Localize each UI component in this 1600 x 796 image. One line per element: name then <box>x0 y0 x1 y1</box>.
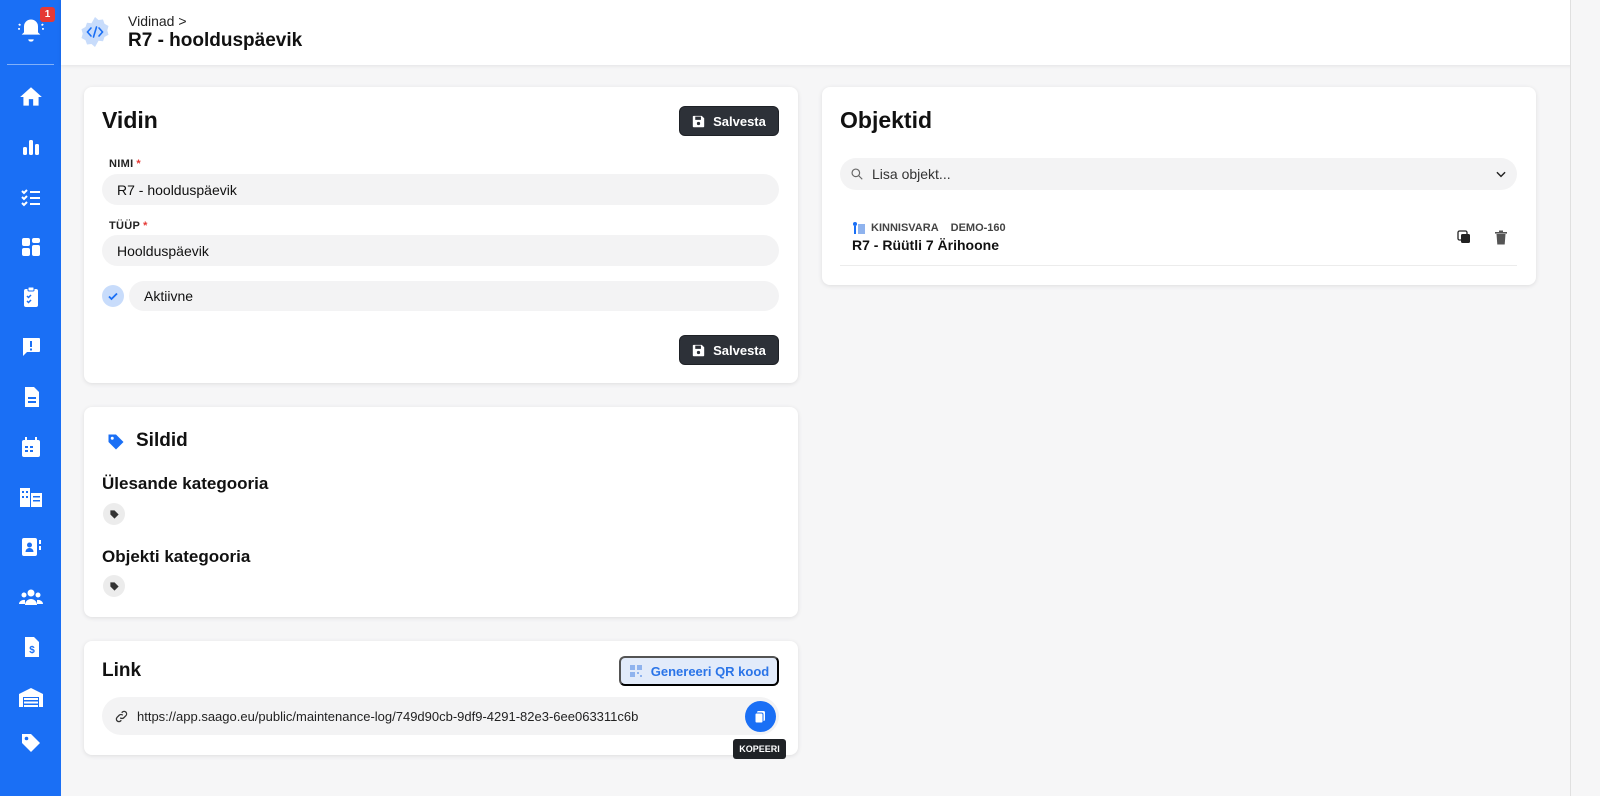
property-icon <box>853 222 865 234</box>
object-item-meta: KINNISVARA DEMO-160 <box>851 221 1006 235</box>
copy-tooltip: KOPEERI <box>733 739 786 759</box>
sidebar-item-tags[interactable] <box>0 728 61 758</box>
sidebar-item-tasks[interactable] <box>0 182 61 212</box>
name-field[interactable]: R7 - hoolduspäevik <box>102 174 779 205</box>
tag-icon <box>106 432 126 457</box>
link-card-title: Link <box>102 660 142 681</box>
widget-card: Vidin Salvesta NIMI * R7 - hoolduspäevik … <box>84 87 798 383</box>
sidebar-item-calendar[interactable] <box>0 432 61 462</box>
tag-icon <box>21 734 40 752</box>
bar-chart-icon <box>22 140 39 155</box>
add-object-placeholder: Lisa objekt... <box>872 166 951 182</box>
widgets-icon <box>21 238 40 256</box>
tags-card-title: Sildid <box>136 430 188 451</box>
people-icon <box>18 589 43 605</box>
save-icon <box>692 115 705 127</box>
add-task-category-tag[interactable] <box>103 503 125 525</box>
save-button-top[interactable]: Salvesta <box>679 106 779 136</box>
save-icon <box>692 344 705 356</box>
add-object-category-tag[interactable] <box>103 575 125 597</box>
public-url-text: https://app.saago.eu/public/maintenance-… <box>137 708 639 724</box>
invoice-icon: $ <box>24 637 39 657</box>
tags-card: Sildid Ülesande kategooria Objekti kateg… <box>84 407 798 617</box>
type-select[interactable]: Hoolduspäevik <box>102 235 779 266</box>
required-mark: * <box>136 158 142 170</box>
checklist-icon <box>20 189 40 207</box>
contact-card-icon <box>21 538 41 556</box>
objects-card: Objektid Lisa objekt... KINNISVARA DEMO-… <box>822 87 1536 285</box>
checkmark-icon <box>108 292 118 301</box>
sidebar-item-checklists[interactable] <box>0 282 61 312</box>
active-label-box[interactable]: Aktiivne <box>129 281 779 311</box>
sidebar: 1 $ <box>0 0 61 796</box>
save-button-label: Salvesta <box>713 113 766 129</box>
type-select-value: Hoolduspäevik <box>117 242 209 259</box>
sidebar-item-users[interactable] <box>0 582 61 612</box>
save-button-label: Salvesta <box>713 342 766 358</box>
sidebar-item-home[interactable] <box>0 82 61 112</box>
document-icon <box>24 387 39 407</box>
object-item-type: KINNISVARA <box>871 222 939 234</box>
generate-qr-label: Genereeri QR kood <box>650 663 770 679</box>
object-item-code: DEMO-160 <box>950 222 1006 234</box>
sidebar-item-documents[interactable] <box>0 382 61 412</box>
public-url-field[interactable]: https://app.saago.eu/public/maintenance-… <box>102 697 779 735</box>
trash-icon[interactable] <box>1492 228 1510 246</box>
object-category-title: Objekti kategooria <box>102 547 251 566</box>
required-mark: * <box>143 220 148 232</box>
duplicate-icon[interactable] <box>1455 228 1473 246</box>
copy-icon <box>754 710 765 723</box>
sidebar-item-properties[interactable] <box>0 482 61 512</box>
save-button-bottom[interactable]: Salvesta <box>679 335 779 365</box>
sidebar-divider <box>7 64 54 65</box>
sidebar-item-warehouse[interactable] <box>0 682 61 712</box>
name-field-value: R7 - hoolduspäevik <box>117 181 237 198</box>
notification-count-badge: 1 <box>40 7 55 22</box>
page-header: Vidinad > R7 - hoolduspäevik <box>61 0 1600 65</box>
active-checkbox[interactable] <box>102 285 124 307</box>
object-item-name[interactable]: R7 - Rüütli 7 Ärihoone <box>852 237 999 253</box>
feedback-icon <box>22 338 40 356</box>
copy-url-button[interactable] <box>745 701 776 732</box>
widget-code-icon <box>78 15 112 49</box>
home-icon <box>19 87 42 106</box>
buildings-icon <box>19 488 42 507</box>
sidebar-item-invoices[interactable]: $ <box>0 632 61 662</box>
calendar-icon <box>21 437 40 457</box>
widget-card-title: Vidin <box>102 107 158 133</box>
svg-text:$: $ <box>29 645 35 656</box>
link-icon <box>115 710 128 722</box>
add-object-search[interactable]: Lisa objekt... <box>840 158 1517 190</box>
sidebar-item-reports[interactable] <box>0 132 61 162</box>
task-category-title: Ülesande kategooria <box>102 474 269 493</box>
page-scrollbar[interactable] <box>1570 0 1600 796</box>
name-label: NIMI * <box>109 158 142 170</box>
search-icon <box>851 168 863 180</box>
warehouse-icon <box>18 688 43 707</box>
chevron-down-icon[interactable] <box>1494 167 1508 186</box>
sidebar-item-widgets[interactable] <box>0 232 61 262</box>
sidebar-notifications[interactable]: 1 <box>0 0 61 65</box>
page-title: R7 - hoolduspäevik <box>128 30 303 51</box>
breadcrumb[interactable]: Vidinad > <box>128 13 187 29</box>
type-label: TÜÜP * <box>109 220 148 232</box>
tag-icon <box>109 509 119 519</box>
objects-card-title: Objektid <box>840 107 933 133</box>
sidebar-item-contacts[interactable] <box>0 532 61 562</box>
link-card: Link Genereeri QR kood https://app.saago… <box>84 641 798 759</box>
sidebar-item-feedback[interactable] <box>0 332 61 362</box>
qr-code-icon <box>629 665 642 677</box>
clipboard-icon <box>23 286 38 307</box>
object-list-divider <box>840 265 1517 266</box>
tag-icon <box>109 581 119 591</box>
generate-qr-button[interactable]: Genereeri QR kood <box>619 656 779 686</box>
active-label: Aktiivne <box>144 288 194 304</box>
